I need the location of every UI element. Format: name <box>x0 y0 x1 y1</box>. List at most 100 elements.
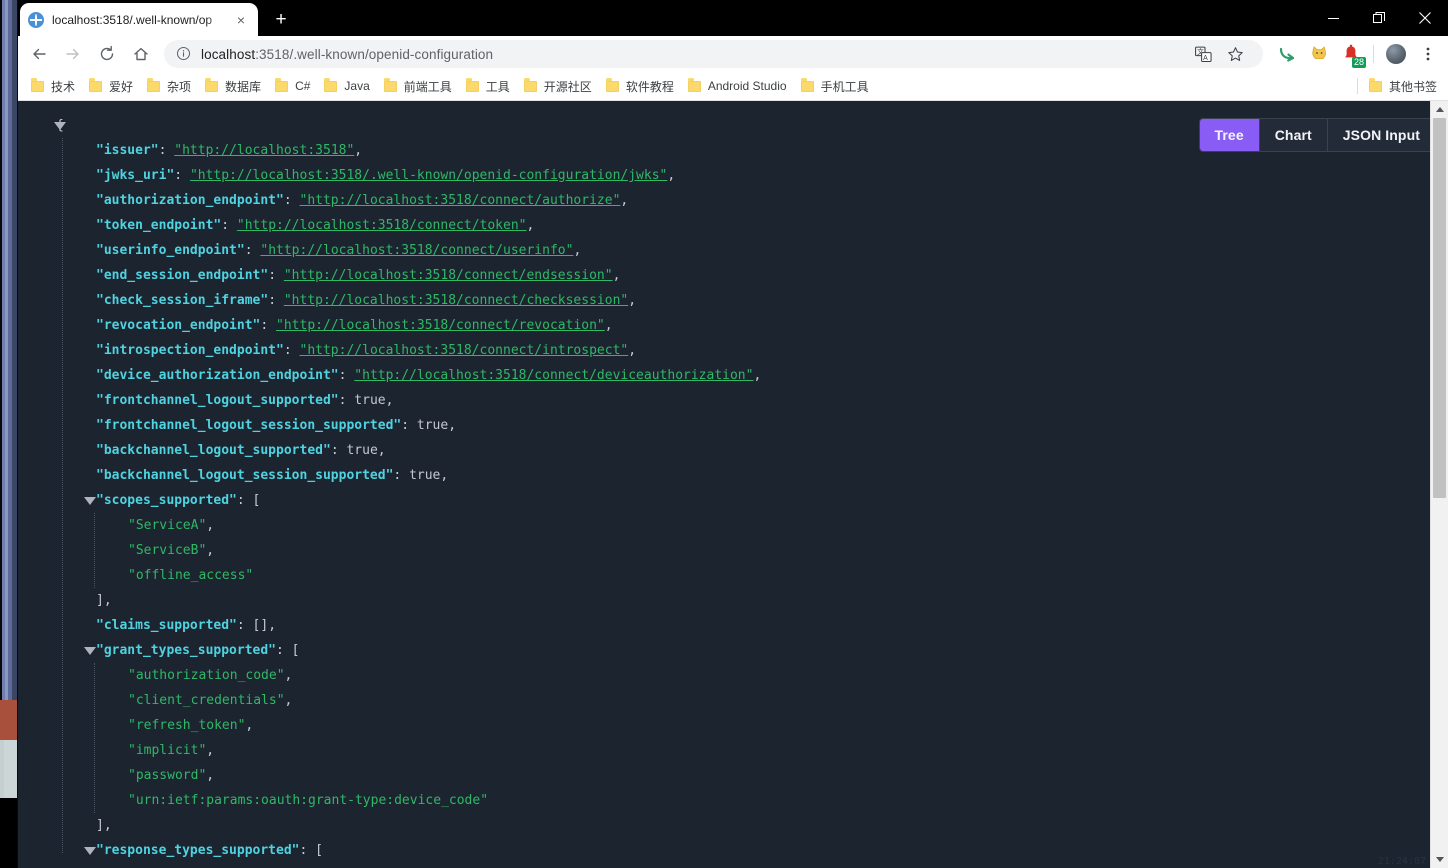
json-row: "frontchannel_logout_session_supported":… <box>18 413 761 438</box>
json-array-response-types-supported: "response_types_supported": [ <box>18 838 761 863</box>
json-row: "device_authorization_endpoint": "http:/… <box>18 363 761 388</box>
collapse-triangle-icon[interactable] <box>54 122 66 130</box>
json-value-link[interactable]: "http://localhost:3518/connect/checksess… <box>284 293 628 308</box>
json-key: "backchannel_logout_supported" <box>96 443 331 458</box>
bookmark-label: 技术 <box>51 79 76 94</box>
collapse-triangle-icon[interactable] <box>84 497 96 505</box>
json-comma: , <box>206 543 215 558</box>
collapse-triangle-icon[interactable] <box>84 647 96 655</box>
json-comma: , <box>385 393 394 408</box>
bg-stripe <box>4 740 17 798</box>
bookmark-folder-0[interactable]: 技术 <box>24 74 82 98</box>
json-row: "jwks_uri": "http://localhost:3518/.well… <box>18 163 761 188</box>
extension-green-arrow-icon[interactable] <box>1273 40 1301 68</box>
tab-tree[interactable]: Tree <box>1199 119 1260 151</box>
bookmark-folder-5[interactable]: Java <box>317 74 376 98</box>
json-value-link[interactable]: "http://localhost:3518" <box>174 143 354 158</box>
browser-tab[interactable]: localhost:3518/.well-known/op × <box>20 3 258 36</box>
bookmark-folder-6[interactable]: 前端工具 <box>377 74 459 98</box>
new-tab-button[interactable]: + <box>268 7 294 33</box>
bookmark-label: 杂项 <box>167 79 192 94</box>
json-key: "introspection_endpoint" <box>96 343 284 358</box>
json-value-bool: true <box>346 443 378 458</box>
bookmark-star-icon[interactable] <box>1221 40 1249 68</box>
json-bracket: ], <box>96 593 112 608</box>
json-root-row: { <box>18 113 761 853</box>
scroll-down-arrow-icon[interactable] <box>1431 851 1448 868</box>
bookmark-folder-4[interactable]: C# <box>268 74 317 98</box>
bookmark-folder-9[interactable]: 软件教程 <box>599 74 681 98</box>
vertical-scrollbar[interactable] <box>1430 101 1448 868</box>
back-button[interactable] <box>24 39 54 69</box>
reload-button[interactable] <box>92 39 122 69</box>
url-host: localhost <box>201 46 256 62</box>
json-value-link[interactable]: "http://localhost:3518/connect/revocatio… <box>276 318 605 333</box>
bookmark-label: 开源社区 <box>543 79 592 94</box>
bookmark-label: 软件教程 <box>625 79 674 94</box>
scrollbar-thumb[interactable] <box>1433 118 1446 498</box>
json-value-link[interactable]: "http://localhost:3518/connect/introspec… <box>300 343 629 358</box>
tab-chart[interactable]: Chart <box>1259 119 1328 151</box>
tab-strip: localhost:3518/.well-known/op × + <box>18 0 1448 36</box>
json-value-bool: true <box>409 468 441 483</box>
scroll-up-arrow-icon[interactable] <box>1431 101 1448 118</box>
json-array-close: ], <box>18 588 761 613</box>
toolbar-divider <box>1373 45 1374 63</box>
json-comma: , <box>620 193 629 208</box>
other-bookmarks-button[interactable]: 其他书签 <box>1362 74 1444 98</box>
json-key: "device_authorization_endpoint" <box>96 368 339 383</box>
json-array-item: "password", <box>18 763 761 788</box>
chrome-menu-kebab-icon[interactable] <box>1414 40 1442 68</box>
bookmark-folder-1[interactable]: 爱好 <box>82 74 140 98</box>
minimize-button[interactable] <box>1310 0 1356 36</box>
translate-icon[interactable]: 文 A <box>1189 40 1217 68</box>
forward-button[interactable] <box>58 39 88 69</box>
bg-stripe <box>0 700 17 740</box>
json-value-link[interactable]: "http://localhost:3518/connect/endsessio… <box>284 268 613 283</box>
json-value-string: "client_credentials" <box>128 693 285 708</box>
bookmark-folder-7[interactable]: 工具 <box>459 74 517 98</box>
address-bar[interactable]: localhost:3518/.well-known/openid-config… <box>164 40 1263 68</box>
extension-cat-icon[interactable] <box>1305 40 1333 68</box>
json-value-link[interactable]: "http://localhost:3518/connect/token" <box>237 218 527 233</box>
json-array-item: "refresh_token", <box>18 713 761 738</box>
bookmark-folder-2[interactable]: 杂项 <box>140 74 198 98</box>
json-value-link[interactable]: "http://localhost:3518/connect/deviceaut… <box>354 368 753 383</box>
home-button[interactable] <box>126 39 156 69</box>
json-comma: , <box>284 693 293 708</box>
bookmark-folder-8[interactable]: 开源社区 <box>517 74 599 98</box>
close-icon[interactable]: × <box>232 11 250 29</box>
browser-toolbar: localhost:3518/.well-known/openid-config… <box>18 36 1448 72</box>
json-colon: : <box>174 168 190 183</box>
collapse-triangle-icon[interactable] <box>84 847 96 855</box>
close-button[interactable] <box>1402 0 1448 36</box>
tab-json-input[interactable]: JSON Input <box>1327 119 1435 151</box>
bg-stripe <box>12 0 17 700</box>
json-colon: : <box>221 218 237 233</box>
profile-avatar-icon[interactable] <box>1382 40 1410 68</box>
bookmark-folder-3[interactable]: 数据库 <box>198 74 268 98</box>
json-value-string: "ServiceA" <box>128 518 207 533</box>
json-comma: , <box>245 718 254 733</box>
extension-notification-icon[interactable]: 28 <box>1337 40 1366 68</box>
bookmark-label: C# <box>295 79 311 93</box>
json-value-string: "urn:ietf:params:oauth:grant-type:device… <box>128 793 489 808</box>
maximize-restore-button[interactable] <box>1356 0 1402 36</box>
json-key: "backchannel_logout_session_supported" <box>96 468 394 483</box>
json-value-link[interactable]: "http://localhost:3518/connect/authorize… <box>300 193 621 208</box>
json-value-link[interactable]: "http://localhost:3518/.well-known/openi… <box>190 168 667 183</box>
json-comma: , <box>206 768 215 783</box>
folder-icon <box>465 78 479 92</box>
url-text: localhost:3518/.well-known/openid-config… <box>201 47 493 62</box>
bookmark-folder-10[interactable]: Android Studio <box>681 74 794 98</box>
json-array-item: "client_credentials", <box>18 688 761 713</box>
bookmark-folder-11[interactable]: 手机工具 <box>794 74 876 98</box>
json-key: "check_session_iframe" <box>96 293 269 308</box>
json-value-link[interactable]: "http://localhost:3518/connect/userinfo" <box>260 243 573 258</box>
avatar <box>1386 44 1406 64</box>
json-key: "claims_supported" <box>96 618 237 633</box>
folder-icon <box>89 78 103 92</box>
json-comma: , <box>667 168 676 183</box>
site-info-icon[interactable] <box>176 46 192 62</box>
json-colon: : <box>283 193 300 208</box>
